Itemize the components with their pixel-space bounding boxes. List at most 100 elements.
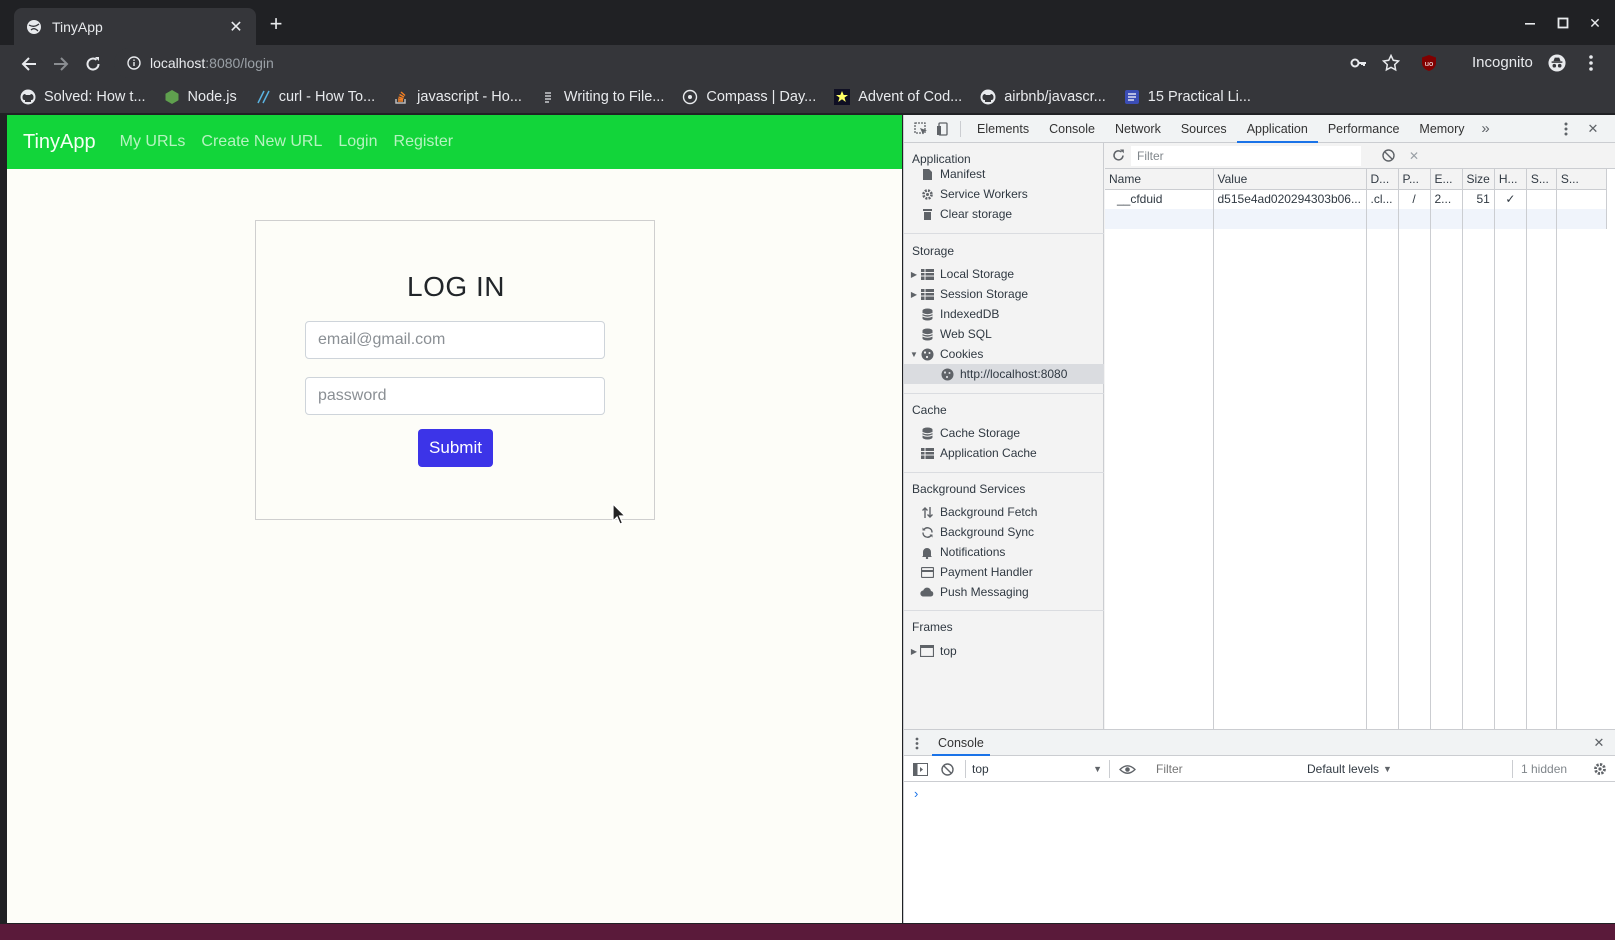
sidebar-item-indexeddb[interactable]: IndexedDB — [920, 304, 999, 324]
close-drawer-icon[interactable]: ✕ — [1591, 735, 1607, 751]
maximize-icon[interactable] — [1553, 13, 1573, 33]
password-field[interactable] — [305, 377, 605, 415]
sidebar-item-payment-handler[interactable]: Payment Handler — [920, 562, 1033, 582]
bookmark-item[interactable]: Compass | Day... — [682, 89, 816, 105]
sidebar-item-clear-storage[interactable]: Clear storage — [920, 204, 1012, 224]
sidebar-item-frame-top[interactable]: ▶ top — [910, 641, 957, 661]
inspect-element-icon[interactable] — [910, 118, 932, 140]
new-tab-icon[interactable]: + — [266, 11, 286, 36]
bookmark-item[interactable]: javascript - Ho... — [393, 89, 522, 105]
tab-memory[interactable]: Memory — [1409, 115, 1474, 143]
doc-icon — [1124, 89, 1140, 105]
console-filter-input[interactable] — [1152, 759, 1297, 779]
bookmark-item[interactable]: Node.js — [164, 89, 237, 105]
tab-console[interactable]: Console — [1039, 115, 1105, 143]
bookmark-item[interactable]: Writing to File... — [540, 89, 664, 105]
ublock-extension-icon[interactable]: uo — [1420, 54, 1438, 72]
bookmark-item[interactable]: 15 Practical Li... — [1124, 89, 1251, 105]
cloud-icon — [920, 585, 934, 599]
sidebar-item-background-fetch[interactable]: Background Fetch — [920, 502, 1037, 522]
nav-register-link[interactable]: Register — [394, 133, 454, 151]
device-toolbar-icon[interactable] — [932, 118, 954, 140]
column-header-domain[interactable]: D... — [1366, 169, 1399, 190]
drawer-menu-icon[interactable] — [914, 736, 920, 750]
sidebar-item-manifest[interactable]: Manifest — [920, 164, 985, 184]
drawer-tab-console[interactable]: Console — [932, 730, 990, 756]
column-header-path[interactable]: P... — [1398, 169, 1431, 190]
nav-login-link[interactable]: Login — [338, 133, 377, 151]
sidebar-item-background-sync[interactable]: Background Sync — [920, 522, 1034, 542]
expand-arrow-icon[interactable]: ▶ — [910, 290, 918, 299]
column-header-secure[interactable]: S... — [1526, 169, 1557, 190]
console-prompt[interactable]: › — [914, 786, 918, 801]
sidebar-item-application-cache[interactable]: Application Cache — [920, 443, 1037, 463]
bookmark-item[interactable]: curl - How To... — [255, 89, 375, 105]
more-tabs-icon[interactable]: » — [1475, 118, 1497, 140]
close-devtools-icon[interactable]: ✕ — [1582, 118, 1604, 140]
forward-icon[interactable] — [50, 53, 72, 75]
cookie-filter-input[interactable] — [1131, 145, 1361, 166]
devtools-menu-icon[interactable] — [1555, 118, 1577, 140]
table-row[interactable]: __cfduid d515e4ad020294303b06... .cl... … — [1105, 189, 1607, 209]
minimize-icon[interactable] — [1520, 13, 1540, 33]
expand-arrow-icon[interactable]: ▶ — [910, 647, 918, 656]
sidebar-toggle-icon[interactable] — [912, 762, 928, 776]
refresh-icon[interactable] — [1105, 143, 1131, 169]
console-settings-gear-icon[interactable] — [1592, 761, 1608, 777]
nav-create-url-link[interactable]: Create New URL — [201, 133, 322, 151]
menu-kebab-icon[interactable] — [1582, 54, 1600, 72]
sidebar-item-cookie-origin[interactable]: http://localhost:8080 — [940, 364, 1067, 384]
browser-tab[interactable]: TinyApp ✕ — [14, 8, 256, 45]
sidebar-item-service-workers[interactable]: Service Workers — [920, 184, 1028, 204]
bookmark-item[interactable]: Advent of Cod... — [834, 89, 962, 105]
submit-button[interactable]: Submit — [418, 429, 493, 467]
tab-network[interactable]: Network — [1105, 115, 1171, 143]
sidebar-item-cache-storage[interactable]: Cache Storage — [920, 423, 1020, 443]
clear-all-icon[interactable] — [1375, 143, 1401, 169]
tab-application[interactable]: Application — [1236, 115, 1318, 143]
sidebar-item-cookies[interactable]: ▼ Cookies — [910, 344, 983, 364]
database-icon — [920, 426, 934, 440]
site-info-icon[interactable] — [126, 55, 142, 71]
reload-icon[interactable] — [82, 53, 104, 75]
tab-performance[interactable]: Performance — [1318, 115, 1410, 143]
column-header-expires[interactable]: E... — [1430, 169, 1463, 190]
sidebar-item-web-sql[interactable]: Web SQL — [920, 324, 992, 344]
column-header-samesite[interactable]: S... — [1556, 169, 1607, 190]
log-levels-dropdown[interactable]: Default levels ▼ — [1307, 760, 1392, 778]
sidebar-item-notifications[interactable]: Notifications — [920, 542, 1005, 562]
mouse-pointer-icon — [612, 503, 626, 525]
column-header-size[interactable]: Size — [1462, 169, 1495, 190]
eye-icon[interactable] — [1118, 762, 1136, 776]
bookmark-star-icon[interactable] — [1382, 54, 1400, 72]
bookmark-item[interactable]: airbnb/javascr... — [980, 89, 1106, 105]
collapse-arrow-icon[interactable]: ▼ — [910, 350, 918, 359]
key-icon[interactable] — [1350, 54, 1368, 72]
sidebar-item-local-storage[interactable]: ▶ Local Storage — [910, 264, 1014, 284]
email-field[interactable] — [305, 321, 605, 359]
drawer-tabbar: Console ✕ — [904, 730, 1615, 756]
sidebar-item-push-messaging[interactable]: Push Messaging — [920, 582, 1029, 602]
sidebar-item-session-storage[interactable]: ▶ Session Storage — [910, 284, 1028, 304]
back-icon[interactable] — [18, 53, 40, 75]
cookies-pane: ✕ Name Value D... P... E... Size H... S.… — [1105, 143, 1615, 744]
address-bar[interactable]: localhost :8080/login — [114, 48, 1430, 78]
close-tab-icon[interactable]: ✕ — [228, 19, 244, 36]
column-header-name[interactable]: Name — [1105, 169, 1214, 190]
delete-selected-icon[interactable]: ✕ — [1401, 143, 1427, 169]
clear-console-icon[interactable] — [940, 762, 954, 776]
column-header-value[interactable]: Value — [1213, 169, 1367, 190]
bookmark-item[interactable]: Solved: How t... — [20, 89, 146, 105]
expand-arrow-icon[interactable]: ▶ — [910, 270, 918, 279]
app-brand-link[interactable]: TinyApp — [23, 131, 96, 154]
divider — [904, 610, 1104, 611]
gear-icon — [920, 187, 934, 201]
incognito-label[interactable]: Incognito — [1472, 54, 1533, 71]
context-selector[interactable]: top ▼ — [972, 760, 1102, 778]
nav-my-urls-link[interactable]: My URLs — [120, 133, 186, 151]
column-header-httponly[interactable]: H... — [1494, 169, 1527, 190]
close-window-icon[interactable]: ✕ — [1585, 13, 1605, 33]
incognito-icon[interactable] — [1548, 54, 1566, 72]
tab-elements[interactable]: Elements — [967, 115, 1039, 143]
tab-sources[interactable]: Sources — [1171, 115, 1237, 143]
